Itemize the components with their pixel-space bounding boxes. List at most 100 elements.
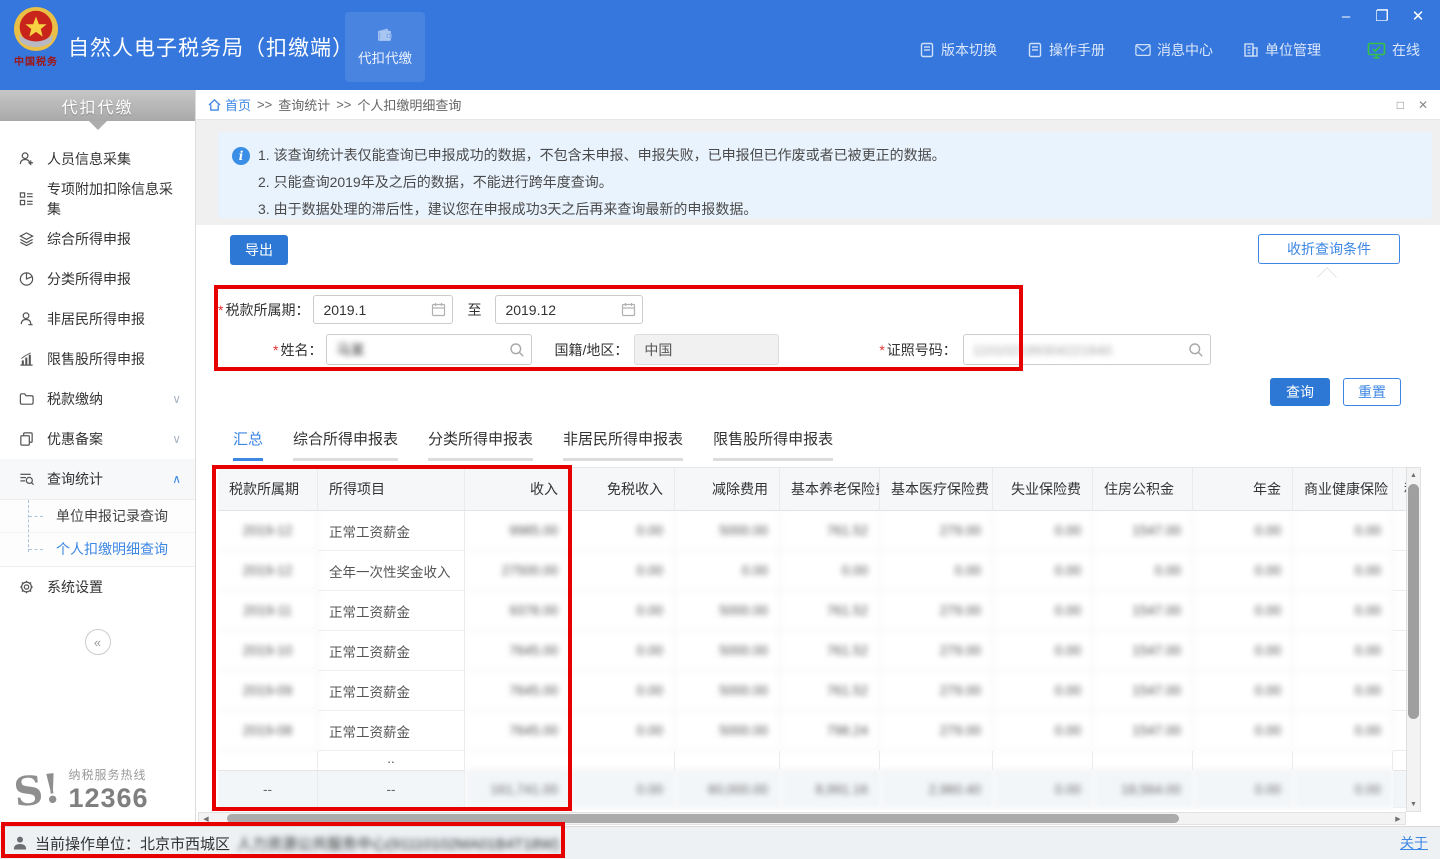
cell-clipped [1393, 631, 1406, 671]
sidebar: 代扣代缴 人员信息采集 专项附加扣除信息采集 综合所得申报 分类所得申报 非居民… [0, 90, 196, 826]
tab-classified-income[interactable]: 分类所得申报表 [428, 428, 533, 461]
period-to-input[interactable]: 2019.12 [495, 295, 643, 324]
query-button[interactable]: 查询 [1270, 378, 1330, 406]
cell-pension: 761.52 [780, 591, 880, 631]
vertical-scroll-thumb[interactable] [1408, 484, 1419, 719]
collapse-query-conditions-button[interactable]: 收折查询条件 [1258, 234, 1400, 264]
query-form: *税款所属期： 2019.1 至 2019.12 *姓名： 马某 国籍/地区： … [218, 286, 1432, 372]
total-income: 161,741.00 [465, 770, 570, 808]
sidebar-item-label: 非居民所得申报 [47, 309, 181, 329]
col-header: 收入 [465, 468, 570, 511]
cell-medical: 279.00 [880, 711, 993, 751]
nationality-label: 国籍/地区： [554, 340, 628, 360]
table-row[interactable]: 2019-12 全年一次性奖金收入 27500.00 0.00 0.00 0.0… [218, 551, 1406, 591]
sidebar-subitem-unit-declaration-query[interactable]: 单位申报记录查询 [0, 500, 195, 533]
sidebar-item-system-settings[interactable]: 系统设置 [0, 567, 195, 607]
cell-health-insurance: 0.00 [1293, 591, 1393, 631]
about-link[interactable]: 关于 [1400, 833, 1428, 853]
name-input[interactable]: 马某 [326, 334, 532, 365]
scroll-down-arrow[interactable]: ▼ [1407, 797, 1420, 811]
breadcrumb-home[interactable]: 首页 [208, 95, 251, 114]
panel-popout-icon[interactable]: □ [1397, 98, 1404, 112]
cell-annuity: 0.00 [1193, 671, 1293, 711]
menu-unit-management[interactable]: 单位管理 [1243, 40, 1321, 60]
online-monitor-icon [1367, 42, 1386, 59]
breadcrumb-separator: >> [336, 97, 351, 112]
sidebar-subitem-personal-withholding-query[interactable]: 个人扣缴明细查询 [0, 533, 195, 566]
sidebar-item-special-deduction[interactable]: 专项附加扣除信息采集 [0, 179, 195, 219]
nav-tab-label: 代扣代缴 [358, 47, 412, 67]
tab-restricted-shares[interactable]: 限售股所得申报表 [713, 428, 833, 461]
cell-medical: 0.00 [880, 551, 993, 591]
table-row[interactable]: 2019-11 正常工资薪金 9378.00 0.00 5000.00 761.… [218, 591, 1406, 631]
id-number-input[interactable]: 110102199304221840 [963, 334, 1211, 365]
sidebar-item-query-statistics[interactable]: 查询统计 ∧ [0, 459, 195, 499]
required-asterisk: * [218, 302, 223, 318]
cell-medical: 279.00 [880, 631, 993, 671]
cell-deduction: 5000.00 [675, 711, 780, 751]
col-header: 住房公积金 [1093, 468, 1193, 511]
list-icon [18, 191, 35, 207]
col-header: 商业健康保险 [1293, 468, 1393, 511]
restore-button[interactable]: ❐ [1368, 4, 1396, 28]
national-emblem-icon [13, 6, 59, 52]
sidebar-item-restricted-shares[interactable]: 限售股所得申报 [0, 339, 195, 379]
minimize-button[interactable]: – [1332, 4, 1360, 28]
hotline-logo-icon: S! [12, 764, 63, 816]
result-tabs: 汇总 综合所得申报表 分类所得申报表 非居民所得申报表 限售股所得申报表 [233, 428, 833, 461]
horizontal-scroll-thumb[interactable] [227, 814, 1179, 823]
search-icon[interactable] [1188, 342, 1204, 358]
document-icon [1027, 42, 1043, 58]
breadcrumb-item-query-statistics[interactable]: 查询统计 [278, 95, 330, 114]
menu-message-center[interactable]: 消息中心 [1135, 40, 1213, 60]
horizontal-scrollbar[interactable]: ◀ ▶ [198, 812, 1406, 825]
total-health-insurance: 0.00 [1293, 770, 1393, 808]
query-statistics-submenu: 单位申报记录查询 个人扣缴明细查询 [0, 499, 195, 567]
sidebar-item-preferential-filing[interactable]: 优惠备案 ∨ [0, 419, 195, 459]
menu-label: 版本切换 [941, 40, 997, 60]
tab-summary[interactable]: 汇总 [233, 428, 263, 461]
reset-button[interactable]: 重置 [1343, 378, 1401, 406]
menu-version-switch[interactable]: 版本切换 [919, 40, 997, 60]
sidebar-item-personnel-info[interactable]: 人员信息采集 [0, 139, 195, 179]
scroll-up-arrow[interactable]: ▲ [1407, 468, 1420, 482]
table-row[interactable]: 2019-10 正常工资薪金 7645.00 0.00 5000.00 761.… [218, 631, 1406, 671]
cell-taxfree: 0.00 [570, 631, 675, 671]
cell-medical: 279.00 [880, 511, 993, 551]
vertical-scrollbar[interactable]: ▲ ▼ [1406, 467, 1421, 812]
export-button[interactable]: 导出 [230, 235, 288, 265]
sidebar-collapse-button[interactable]: « [85, 629, 111, 655]
sidebar-item-tax-payment[interactable]: 税款缴纳 ∨ [0, 379, 195, 419]
col-header: 税 [1393, 468, 1406, 511]
sidebar-item-nonresident-income[interactable]: 非居民所得申报 [0, 299, 195, 339]
table-total-row: -- -- 161,741.00 0.00 60,000.00 8,991.16… [218, 770, 1406, 808]
table-row[interactable]: 2019-09 正常工资薪金 7645.00 0.00 5000.00 761.… [218, 671, 1406, 711]
scroll-left-arrow[interactable]: ◀ [199, 815, 213, 823]
sidebar-item-classified-income[interactable]: 分类所得申报 [0, 259, 195, 299]
cell-period: 2019-08 [218, 711, 318, 751]
cell-clipped [1393, 671, 1406, 711]
sidebar-item-comprehensive-income[interactable]: 综合所得申报 [0, 219, 195, 259]
breadcrumb-home-label: 首页 [225, 95, 251, 114]
sidebar-item-label: 综合所得申报 [47, 229, 181, 249]
notice-line-3: 3. 由于数据处理的滞后性，建议您在申报成功3天之后再来查询最新的申报数据。 [258, 196, 757, 223]
scroll-right-arrow[interactable]: ▶ [1391, 815, 1405, 823]
cell-period: 2019-10 [218, 631, 318, 671]
tab-nonresident-income[interactable]: 非居民所得申报表 [563, 428, 683, 461]
menu-manual[interactable]: 操作手册 [1027, 40, 1105, 60]
emblem-caption: 中国税务 [8, 53, 64, 68]
online-status[interactable]: 在线 [1367, 40, 1420, 60]
close-button[interactable]: ✕ [1404, 4, 1432, 28]
menu-label: 单位管理 [1265, 40, 1321, 60]
cell-health-insurance: 0.00 [1293, 551, 1393, 591]
online-label: 在线 [1392, 40, 1420, 60]
tab-comprehensive-income[interactable]: 综合所得申报表 [293, 428, 398, 461]
app-logo: 中国税务 [8, 6, 64, 68]
search-icon[interactable] [509, 342, 525, 358]
period-from-input[interactable]: 2019.1 [313, 295, 453, 324]
titlebar: 中国税务 自然人电子税务局（扣缴端） 代扣代缴 版本切换 操作手册 消息中心 单… [0, 0, 1440, 90]
table-row[interactable]: 2019-08 正常工资薪金 7645.00 0.00 5000.00 798.… [218, 711, 1406, 751]
nav-tab-daikoudaijiao[interactable]: 代扣代缴 [345, 12, 425, 82]
table-row[interactable]: 2019-12 正常工资薪金 9985.00 0.00 5000.00 761.… [218, 511, 1406, 551]
panel-close-icon[interactable]: ✕ [1418, 98, 1428, 112]
